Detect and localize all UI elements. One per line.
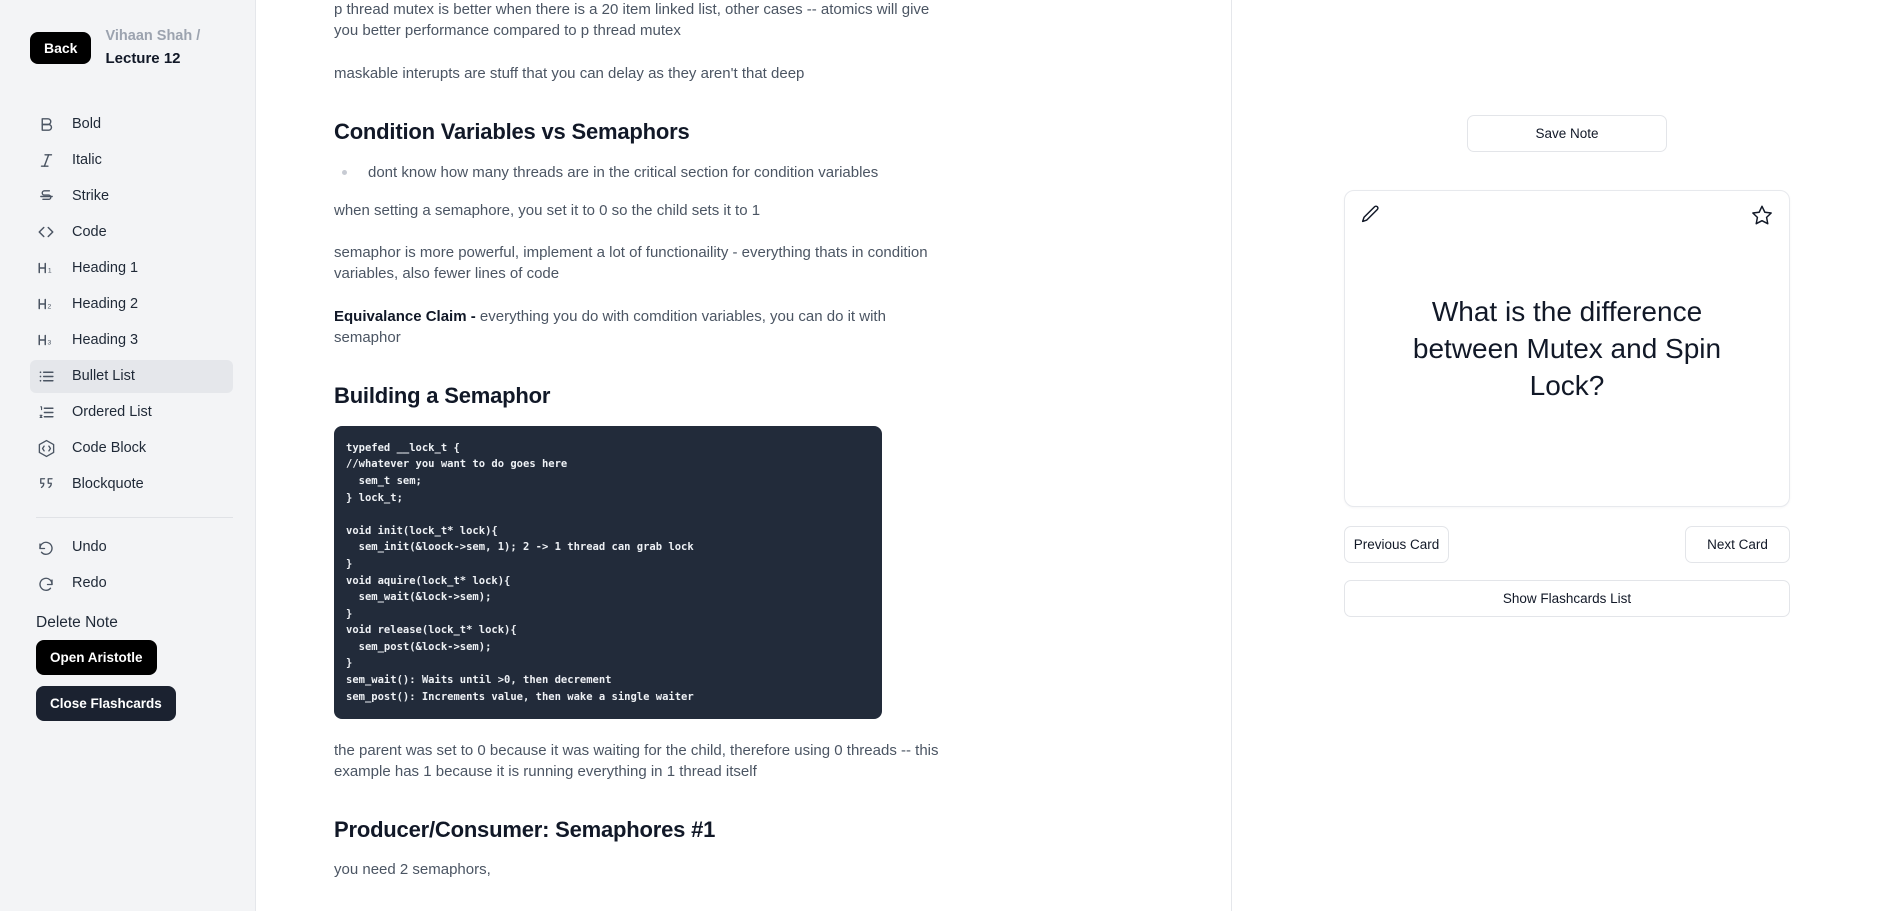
flashcard-question: What is the difference between Mutex and… — [1412, 295, 1722, 402]
heading-2-icon: 2 — [36, 294, 56, 314]
italic-icon — [36, 150, 56, 170]
breadcrumb-separator: / — [196, 28, 201, 44]
paragraph: the parent was set to 0 because it was w… — [334, 742, 939, 781]
bold-text: Equivalance Claim - — [334, 308, 480, 326]
code-line: } — [346, 657, 353, 670]
code-line: void init(lock_t* lock){ — [346, 524, 498, 537]
code-block: typefed __lock_t { //whatever you want to… — [334, 425, 882, 720]
tool-label: Bullet List — [72, 368, 135, 385]
flashcard[interactable]: What is the difference between Mutex and… — [1344, 190, 1790, 507]
paragraph: semaphor is more powerful, implement a l… — [334, 244, 928, 283]
tool-label: Heading 3 — [72, 332, 139, 349]
tool-heading-1[interactable]: 1 Heading 1 — [30, 252, 233, 285]
tool-label: Redo — [72, 575, 107, 592]
app-root: Back Vihaan Shah / Lecture 12 Bold Itali… — [0, 0, 1902, 911]
tool-strike[interactable]: Strike — [30, 180, 233, 213]
section-heading: Producer/Consumer: Semaphores #1 — [334, 816, 716, 842]
paragraph: you need 2 semaphors, — [334, 860, 491, 878]
heading-1-icon: 1 — [36, 258, 56, 278]
note-editor[interactable]: p thread mutex is better when there is a… — [256, 0, 1232, 911]
back-button[interactable]: Back — [30, 31, 92, 64]
bold-icon — [36, 114, 56, 134]
breadcrumb-owner: Vihaan Shah — [105, 28, 193, 44]
breadcrumb: Vihaan Shah / Lecture 12 — [105, 26, 200, 70]
code-icon — [36, 222, 56, 242]
breadcrumb-note-title: Lecture 12 — [105, 50, 181, 68]
tool-label: Undo — [72, 539, 107, 556]
tool-italic[interactable]: Italic — [30, 144, 233, 177]
code-line: sem_wait(): Waits until >0, then decreme… — [346, 674, 612, 687]
bullet-list: dont know how many threads are in the cr… — [334, 162, 1179, 183]
close-flashcards-button[interactable]: Close Flashcards — [36, 685, 176, 721]
delete-note-button[interactable]: Delete Note — [36, 614, 233, 632]
code-line: sem_post(): Increments value, then wake … — [346, 690, 694, 703]
tool-label: Bold — [72, 116, 102, 133]
paragraph: maskable interupts are stuff that you ca… — [334, 64, 805, 82]
code-block-icon — [36, 438, 56, 458]
pencil-icon[interactable] — [1359, 204, 1383, 228]
star-outline-icon[interactable] — [1751, 204, 1775, 228]
code-line: typefed __lock_t { — [346, 441, 460, 454]
tool-undo[interactable]: Undo — [30, 531, 233, 564]
save-note-button[interactable]: Save Note — [1467, 115, 1667, 152]
show-flashcards-list-button[interactable]: Show Flashcards List — [1344, 580, 1790, 617]
section-heading: Building a Semaphor — [334, 382, 551, 408]
sidebar-header: Back Vihaan Shah / Lecture 12 — [30, 26, 233, 70]
code-line: sem_t sem; — [346, 474, 422, 487]
paragraph-equivalence-claim: Equivalance Claim - everything you do wi… — [334, 307, 954, 349]
next-card-button[interactable]: Next Card — [1685, 526, 1790, 563]
code-line: sem_wait(&lock->sem); — [346, 591, 492, 604]
tool-heading-3[interactable]: 3 Heading 3 — [30, 324, 233, 357]
svg-text:1: 1 — [48, 268, 52, 275]
tool-label: Code — [72, 224, 107, 241]
open-aristotle-button[interactable]: Open Aristotle — [36, 639, 157, 675]
flashcard-nav: Previous Card Next Card — [1344, 526, 1790, 563]
list-item: dont know how many threads are in the cr… — [334, 162, 1179, 183]
bullet-list-icon — [36, 366, 56, 386]
redo-icon — [36, 573, 56, 593]
paragraph: p thread mutex is better when there is a… — [334, 1, 930, 39]
section-heading: Condition Variables vs Semaphors — [334, 118, 690, 144]
code-line: } — [346, 557, 353, 570]
tool-label: Heading 1 — [72, 260, 139, 277]
tool-redo[interactable]: Redo — [30, 567, 233, 600]
code-line: //whatever you want to do goes here — [346, 458, 568, 471]
ordered-list-icon — [36, 402, 56, 422]
code-line: sem_post(&lock->sem); — [346, 640, 492, 653]
strikethrough-icon — [36, 186, 56, 206]
tool-label: Blockquote — [72, 476, 144, 493]
paragraph: when setting a semaphore, you set it to … — [334, 201, 761, 219]
tool-bullet-list[interactable]: Bullet List — [30, 359, 233, 393]
tool-label: Italic — [72, 152, 102, 169]
tool-label: Code Block — [72, 440, 147, 457]
tool-blockquote[interactable]: Blockquote — [30, 468, 233, 501]
previous-card-button[interactable]: Previous Card — [1344, 526, 1449, 563]
svg-text:3: 3 — [48, 340, 52, 347]
tool-code[interactable]: Code — [30, 216, 233, 249]
flashcards-panel: Save Note What is the difference between… — [1232, 0, 1902, 911]
blockquote-icon — [36, 474, 56, 494]
tool-label: Heading 2 — [72, 296, 139, 313]
code-line: sem_init(&loock->sem, 1); 2 -> 1 thread … — [346, 541, 694, 554]
tool-bold[interactable]: Bold — [30, 108, 233, 141]
code-line: } — [346, 607, 353, 620]
svg-text:2: 2 — [48, 304, 52, 311]
undo-icon — [36, 537, 56, 557]
tool-ordered-list[interactable]: Ordered List — [30, 396, 233, 429]
tool-label: Ordered List — [72, 404, 152, 421]
code-line: void aquire(lock_t* lock){ — [346, 574, 511, 587]
note-content[interactable]: p thread mutex is better when there is a… — [256, 0, 1231, 881]
heading-3-icon: 3 — [36, 330, 56, 350]
tool-label: Strike — [72, 188, 110, 205]
sidebar-divider — [36, 516, 233, 518]
code-line: } lock_t; — [346, 491, 403, 504]
code-line: void release(lock_t* lock){ — [346, 624, 517, 637]
tool-code-block[interactable]: Code Block — [30, 432, 233, 465]
sidebar: Back Vihaan Shah / Lecture 12 Bold Itali… — [0, 0, 256, 911]
tool-heading-2[interactable]: 2 Heading 2 — [30, 288, 233, 321]
formatting-toolbar: Bold Italic Strike Code 1 Heading 1 2 He… — [30, 108, 233, 603]
